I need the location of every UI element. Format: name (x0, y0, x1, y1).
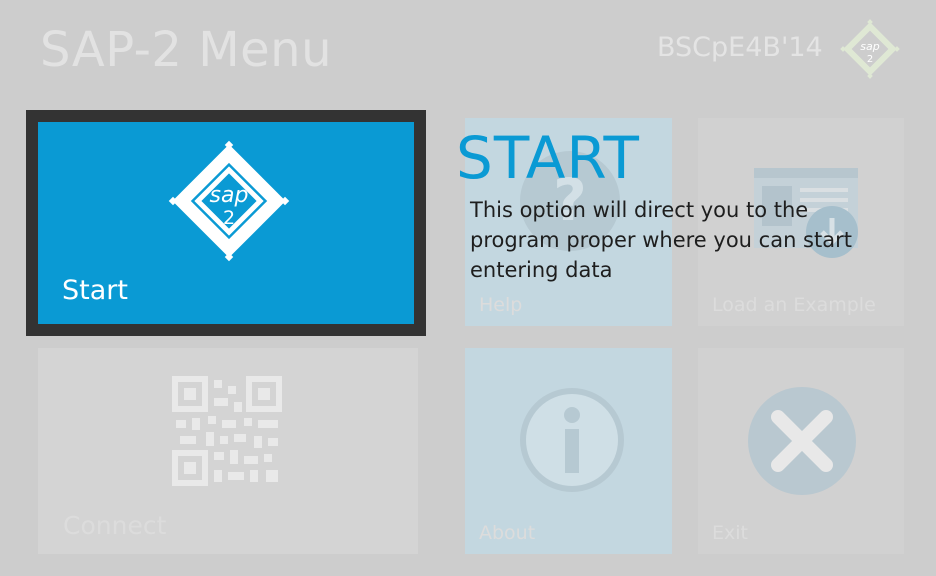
sap2-logo-icon: sap 2 (840, 19, 900, 79)
brand-label: BSCpE4B'14 (657, 32, 823, 63)
page-title: SAP-2 Menu (40, 22, 332, 78)
info-icon (520, 388, 624, 492)
start-logo-text-top: sap (210, 183, 249, 208)
tooltip-title: START (456, 124, 640, 192)
load-example-tile-label: Load an Example (712, 294, 876, 316)
about-tile[interactable]: About (465, 348, 672, 554)
start-tile-label: Start (62, 275, 128, 306)
brand-logo-text-top: sap (860, 40, 879, 53)
brand-logo-text-bottom: 2 (867, 54, 873, 65)
help-tile-label: Help (479, 294, 523, 316)
about-tile-label: About (479, 522, 536, 544)
connect-tile[interactable]: Connect (38, 348, 418, 554)
sap2-logo-icon: sap 2 (168, 140, 290, 262)
close-icon (748, 387, 856, 495)
start-tile[interactable]: sap 2 Start (26, 110, 426, 336)
start-logo-text-bottom: 2 (223, 207, 235, 229)
qr-code-icon (172, 376, 282, 486)
tooltip-description: This option will direct you to the progr… (470, 198, 852, 282)
exit-tile-label: Exit (712, 522, 748, 544)
connect-tile-label: Connect (63, 511, 167, 540)
exit-tile[interactable]: Exit (698, 348, 904, 554)
